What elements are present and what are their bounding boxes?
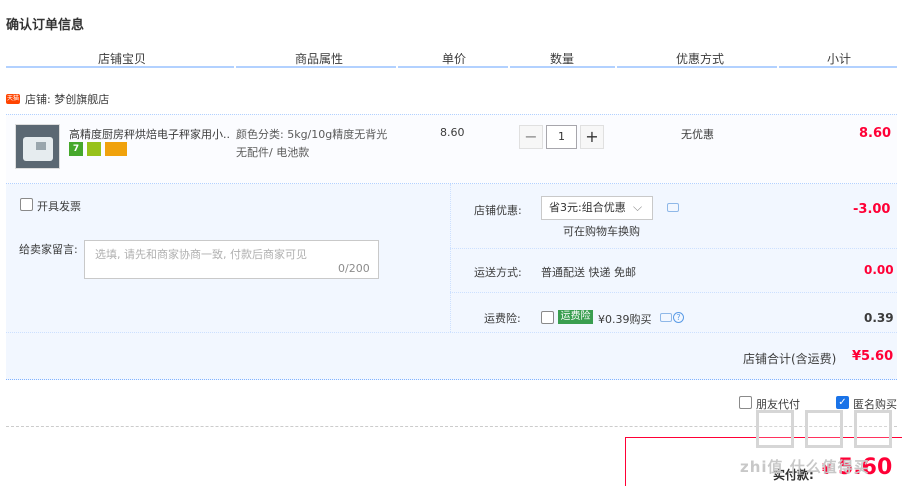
freight-insurance-badge: 运费险 [558,310,593,324]
watermark-logo [756,410,794,448]
shop-discount-value: -3.00 [853,202,891,217]
shop-row: 天猫 店铺: 梦创旗舰店 [6,92,109,106]
message-char-counter: 0/200 [338,262,370,275]
tmall-shop-icon: 天猫 [6,94,20,104]
promo-status: 无优惠 [681,128,714,141]
col-header-quantity: 数量 [550,52,575,66]
unit-price: 8.60 [440,126,465,139]
header-divider [617,66,777,68]
product-attributes: 颜色分类: 5kg/10g精度无背光 无配件/ 电池款 [236,126,396,162]
delivery-label: 运送方式: [474,266,522,279]
options-divider [450,292,897,293]
product-title-link[interactable]: 高精度厨房秤烘焙电子秤家用小... [69,126,231,142]
credit-card-icon[interactable] [105,142,127,156]
options-divider [6,332,897,333]
shop-total-value: ¥5.60 [852,349,894,364]
chevron-down-icon[interactable]: ⌵ [633,200,642,215]
product-attribute-color: 颜色分类: 5kg/10g精度无背光 [236,128,388,141]
col-header-item-props: 商品属性 [295,52,344,66]
watermark-logo [805,410,843,448]
col-header-unit-price: 单价 [442,52,467,66]
invoice-label: 开具发票 [37,200,81,213]
header-divider [398,66,508,68]
delivery-fee-value: 0.00 [864,263,894,277]
seven-day-return-icon[interactable]: 7 [69,142,83,156]
watermark-text: zhi值 什么值得买 [740,458,870,476]
col-header-shop-item: 店铺宝贝 [98,52,147,66]
options-divider [450,184,451,332]
message-placeholder: 选填, 请先和商家协商一致, 付款后商家可见 [95,248,307,261]
chat-icon[interactable] [660,313,672,322]
shop-discount-note: 可在购物车换购 [563,225,640,238]
help-icon[interactable]: ? [673,312,684,323]
invoice-checkbox[interactable] [20,198,33,211]
product-thumbnail[interactable] [15,124,60,169]
shop-name-link[interactable]: 店铺: 梦创旗舰店 [25,91,109,107]
header-divider [779,66,897,68]
product-attribute-extra: 无配件/ 电池款 [236,146,310,159]
shop-total-label: 店铺合计(含运费) [743,352,837,366]
delivery-method: 普通配送 快递 免邮 [541,266,636,279]
quantity-input[interactable]: 1 [546,125,577,149]
freight-insurance-label: 运费险: [484,312,521,325]
col-header-subtotal: 小计 [827,52,852,66]
freight-insurance-checkbox[interactable] [541,311,554,324]
friend-pay-checkbox[interactable] [739,396,752,409]
freight-insurance-value: 0.39 [864,311,894,325]
item-subtotal: 8.60 [859,126,892,141]
header-divider [236,66,396,68]
qty-decrease-button[interactable]: − [519,125,543,149]
col-header-promo: 优惠方式 [676,52,725,66]
guarantee-icon[interactable] [87,142,101,156]
chat-icon[interactable] [667,203,679,212]
freight-insurance-price: ¥0.39购买 [598,313,652,326]
page-title: 确认订单信息 [6,18,85,33]
header-divider [510,66,615,68]
order-item-row [6,114,897,184]
watermark-logo [854,410,892,448]
header-divider [6,66,234,68]
anonymous-checkbox[interactable]: ✓ [836,396,849,409]
message-label: 给卖家留言: [19,243,78,256]
qty-increase-button[interactable]: + [580,125,604,149]
options-divider [450,248,897,249]
shop-discount-label: 店铺优惠: [474,204,522,217]
